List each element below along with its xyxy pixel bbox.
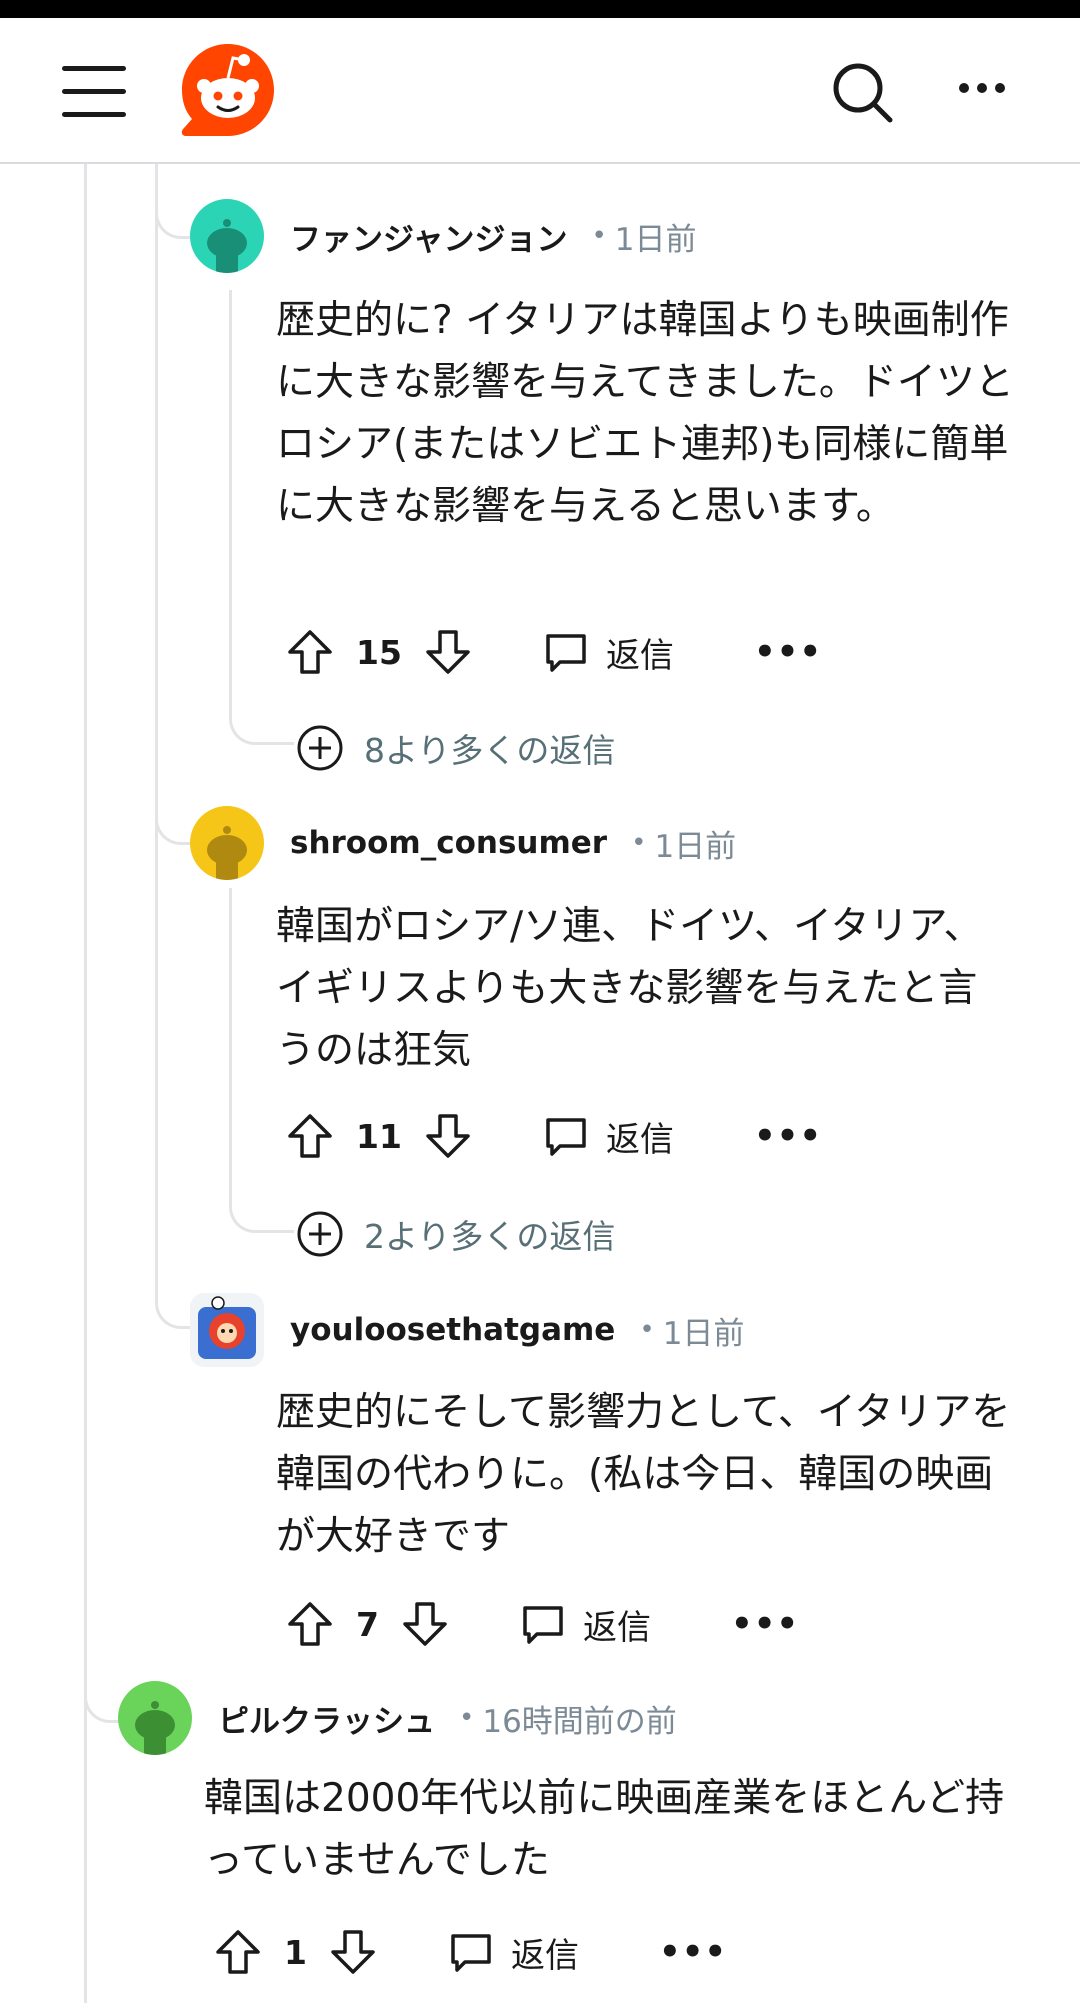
downvote-icon[interactable]: [329, 1928, 377, 1976]
user-avatar[interactable]: [118, 1681, 192, 1755]
thread-connector: [155, 1230, 192, 1329]
more-replies-link[interactable]: 2より多くの返信: [296, 1206, 615, 1262]
more-horizontal-icon[interactable]: [952, 58, 1012, 118]
more-replies-label: 2より多くの返信: [364, 1217, 616, 1256]
user-avatar[interactable]: [190, 1293, 264, 1367]
comment-bubble-icon: [546, 634, 586, 672]
comment-actions: 15 返信 •••: [286, 622, 822, 682]
separator-dot: •: [591, 221, 607, 251]
plus-circle-icon: [297, 725, 343, 771]
comment-header: shroom_consumer • 1日前: [190, 803, 736, 883]
more-replies-label: 8より多くの返信: [364, 731, 616, 770]
reply-button[interactable]: 返信: [542, 628, 674, 677]
user-avatar[interactable]: [190, 806, 264, 880]
comment-bubble-icon: [451, 1934, 491, 1972]
vote-count: 15: [356, 632, 402, 672]
reply-label: 返信: [582, 1607, 651, 1648]
reddit-logo[interactable]: [178, 40, 278, 140]
comment-timestamp: 1日前: [614, 221, 697, 258]
comment-username[interactable]: shroom_consumer: [290, 825, 607, 861]
separator-dot: •: [459, 1703, 475, 1733]
reply-label: 返信: [605, 1119, 674, 1160]
thread-line: [84, 164, 87, 1694]
upvote-icon[interactable]: [286, 1112, 334, 1160]
downvote-icon[interactable]: [424, 628, 472, 676]
vote-count: 7: [356, 1604, 379, 1644]
separator-dot: •: [631, 828, 647, 858]
reply-button[interactable]: 返信: [519, 1600, 651, 1649]
thread-connector: [229, 690, 294, 745]
separator-dot: •: [639, 1315, 655, 1345]
comment-actions: 1 返信 •••: [214, 1922, 727, 1982]
comment-body: 韓国がロシア/ソ連、ドイツ、イタリア、イギリスよりも大きな影響を与えたと言うのは…: [276, 904, 983, 1073]
comment-body: 歴史的に? イタリアは韓国よりも映画制作に大きな影響を与えてきました。ドイツとロ…: [276, 298, 1014, 529]
more-options-icon[interactable]: •••: [659, 1932, 727, 1972]
user-avatar[interactable]: [190, 199, 264, 273]
plus-circle-icon: [297, 1211, 343, 1257]
comment-bubble-icon: [523, 1606, 563, 1644]
comment-timestamp: 16時間前の前: [482, 1703, 677, 1740]
thread-connector: [155, 164, 192, 239]
thread-line: [155, 164, 158, 1296]
comment-header: ファンジャンジョン • 1日前: [190, 196, 697, 276]
thread-line: [84, 1694, 87, 2003]
reply-label: 返信: [605, 635, 674, 676]
vote-count: 1: [284, 1932, 307, 1972]
hamburger-menu-icon[interactable]: [62, 66, 126, 118]
more-options-icon[interactable]: •••: [754, 1116, 822, 1156]
reply-button[interactable]: 返信: [447, 1928, 579, 1977]
thread-connector: [155, 770, 192, 845]
thread-line: [229, 888, 232, 1178]
upvote-icon[interactable]: [214, 1928, 262, 1976]
comment-actions: 11 返信 •••: [286, 1106, 822, 1166]
reply-label: 返信: [510, 1935, 579, 1976]
vote-count: 11: [356, 1116, 402, 1156]
more-options-icon[interactable]: •••: [754, 632, 822, 672]
comment-username[interactable]: ピルクラッシュ: [218, 1696, 435, 1741]
comment-bubble-icon: [546, 1118, 586, 1156]
reply-button[interactable]: 返信: [542, 1112, 674, 1161]
upvote-icon[interactable]: [286, 628, 334, 676]
thread-connector: [84, 1660, 121, 1723]
search-icon[interactable]: [828, 58, 898, 128]
thread-connector: [229, 1160, 294, 1233]
comment-username[interactable]: ファンジャンジョン: [290, 214, 567, 259]
comment-header: youloosethatgame • 1日前: [190, 1290, 744, 1370]
comment-body: 歴史的にそして影響力として、イタリアを韓国の代わりに。(私は今日、韓国の映画が大…: [276, 1390, 1011, 1559]
status-bar: [0, 0, 1080, 18]
app-header: [0, 18, 1080, 164]
downvote-icon[interactable]: [401, 1600, 449, 1648]
comment-actions: 7 返信 •••: [286, 1594, 799, 1654]
upvote-icon[interactable]: [286, 1600, 334, 1648]
comment-body: 韓国は2000年代以前に映画産業をほとんど持っていませんでした: [204, 1776, 1005, 1883]
comment-header: ピルクラッシュ • 16時間前の前: [118, 1678, 677, 1758]
comment-timestamp: 1日前: [662, 1315, 745, 1352]
more-options-icon[interactable]: •••: [731, 1604, 799, 1644]
more-replies-link[interactable]: 8より多くの返信: [296, 720, 615, 776]
downvote-icon[interactable]: [424, 1112, 472, 1160]
thread-line: [229, 290, 232, 710]
comment-username[interactable]: youloosethatgame: [290, 1312, 615, 1348]
comment-timestamp: 1日前: [654, 828, 737, 865]
